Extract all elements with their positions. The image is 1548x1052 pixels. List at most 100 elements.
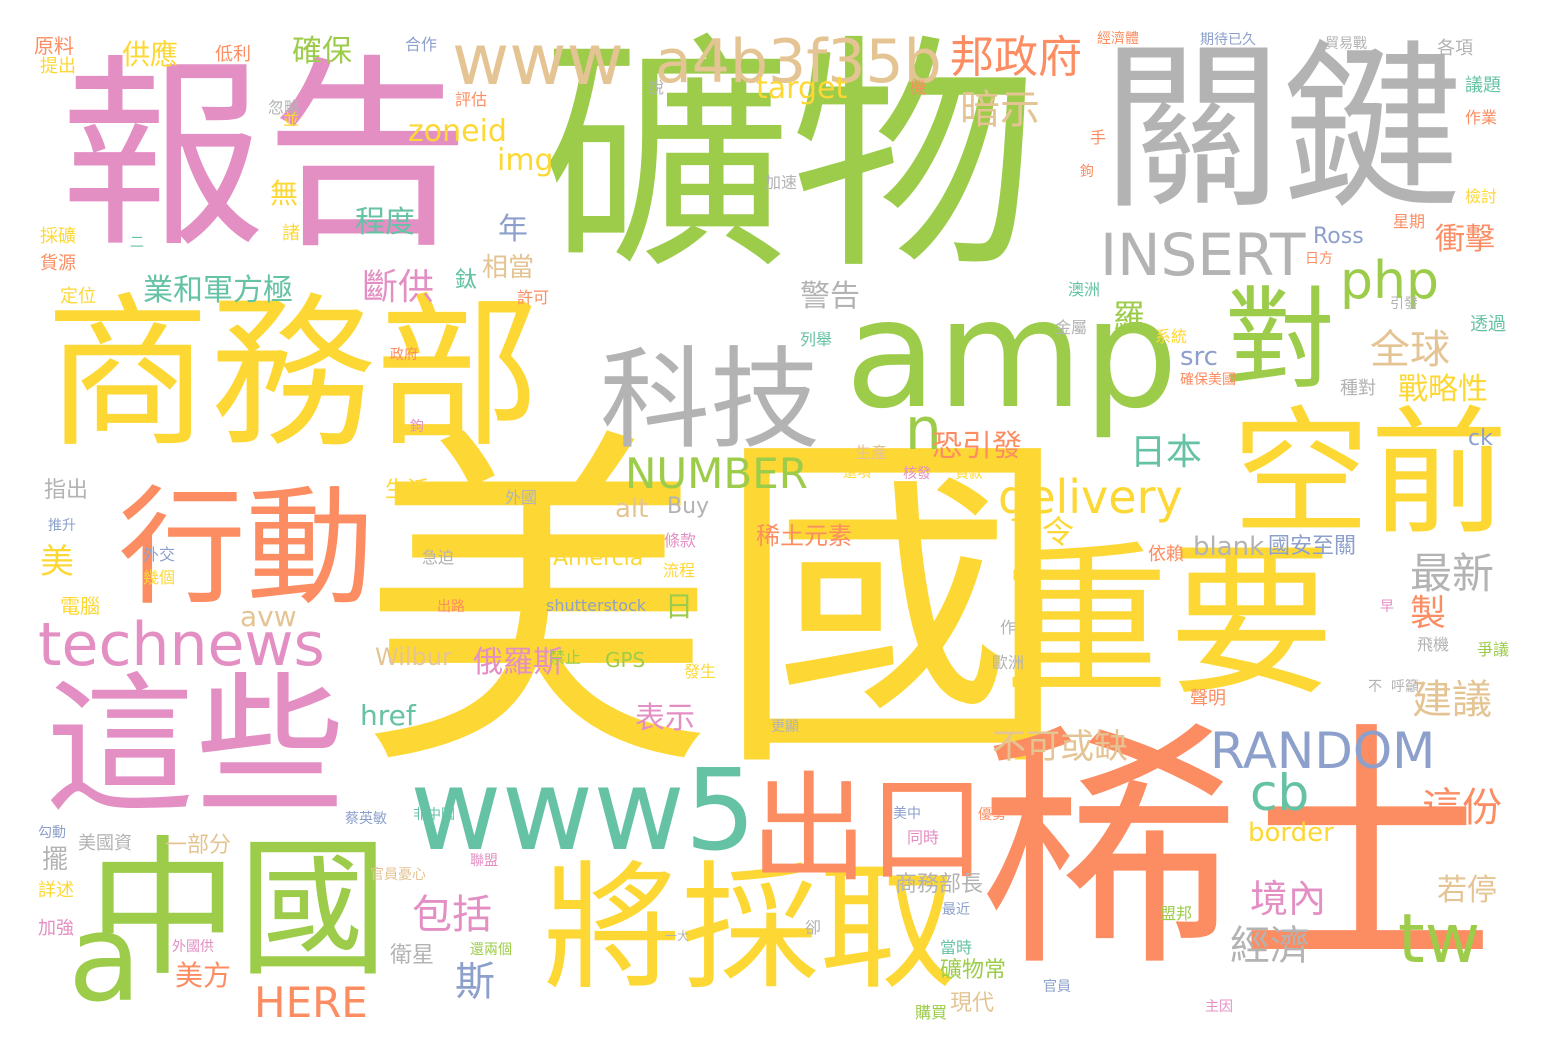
- word: 最近: [942, 902, 970, 918]
- word: 澳洲: [1068, 280, 1101, 299]
- word: Wilbur: [375, 643, 452, 671]
- word: 經濟: [1230, 923, 1310, 969]
- word: 優勢: [978, 807, 1006, 823]
- word: 外國: [505, 488, 538, 507]
- word: 機: [910, 78, 927, 97]
- word: 官員: [1043, 979, 1071, 995]
- word: GPS: [605, 648, 646, 672]
- word: 最新: [1410, 549, 1495, 598]
- word: 飛機: [1417, 635, 1450, 654]
- word: 衛星: [390, 943, 435, 968]
- word: 鈦: [455, 268, 478, 293]
- word: 推升: [48, 518, 76, 534]
- word: 無: [270, 177, 299, 210]
- word: 低利: [215, 44, 251, 65]
- word: 擺: [42, 845, 69, 875]
- word: 聯盟: [470, 853, 498, 869]
- word: 作業: [1465, 108, 1498, 127]
- word: 說: [648, 78, 665, 97]
- word: 合作: [405, 35, 438, 54]
- word: 電腦: [60, 594, 100, 618]
- word: 核發: [903, 466, 931, 482]
- word: 期待已久: [1200, 32, 1256, 48]
- word: 鉤: [410, 419, 424, 435]
- word: 列舉: [800, 330, 833, 349]
- word: 系統: [1155, 327, 1188, 346]
- word: 發生: [684, 662, 717, 681]
- word: 這份: [1422, 785, 1502, 831]
- word: tw: [1398, 900, 1481, 979]
- word: 當時: [940, 938, 973, 957]
- word: 條款: [664, 531, 697, 550]
- word: alt: [615, 494, 649, 524]
- word: 出路: [437, 599, 465, 615]
- word: 空前: [1232, 393, 1509, 554]
- word: 作: [1000, 618, 1017, 637]
- word: 議題: [1465, 75, 1501, 96]
- word: border: [1248, 818, 1334, 848]
- word: Buy: [667, 494, 710, 519]
- word: 日本: [1130, 432, 1203, 473]
- word: 一大: [665, 929, 690, 943]
- word: 美中: [893, 806, 921, 822]
- word: 外交: [143, 545, 176, 564]
- word: 日: [665, 590, 694, 623]
- word: 貿易戰: [1325, 36, 1367, 52]
- word: img: [497, 143, 554, 178]
- word: 羅: [1113, 297, 1146, 335]
- word: 貸款: [955, 466, 983, 482]
- word: 對: [1225, 276, 1335, 404]
- word: src: [1180, 342, 1218, 372]
- word: 加強: [38, 918, 74, 939]
- word: 相當: [482, 253, 535, 283]
- word: 暗示: [960, 87, 1040, 133]
- word: 政府: [390, 347, 418, 363]
- word: 日方: [1305, 251, 1333, 267]
- word: 採礦: [40, 226, 76, 247]
- word: 呼籲: [1391, 679, 1419, 695]
- word: HERE: [254, 978, 368, 1027]
- word: blank: [1193, 532, 1265, 562]
- word: 外國供: [172, 939, 214, 955]
- word: 商務部: [45, 278, 540, 470]
- word: 還項: [843, 465, 871, 481]
- word: 戰略性: [1398, 372, 1488, 407]
- word: 指出: [44, 478, 89, 503]
- word: 評估: [455, 90, 488, 109]
- word: 檢討: [1465, 187, 1498, 206]
- word: avw: [240, 600, 297, 633]
- word: 定位: [60, 286, 96, 307]
- word: 這些: [45, 660, 346, 834]
- word: 金屬: [1055, 318, 1088, 337]
- word: 礦物常: [940, 958, 1007, 983]
- word: 生產: [855, 443, 888, 462]
- word: 各項: [1437, 38, 1473, 59]
- word: 急迫: [422, 548, 455, 567]
- word: 鉤: [1080, 164, 1094, 180]
- word: 恐引發: [932, 429, 1022, 464]
- word: Amercia: [553, 546, 644, 571]
- word: 依賴: [1148, 544, 1184, 565]
- word: 關鍵: [1102, 25, 1463, 234]
- word: 警告: [800, 279, 860, 314]
- word: RANDOM: [1210, 722, 1436, 780]
- word: 出口: [750, 760, 987, 898]
- word: 業和軍方極: [143, 273, 293, 308]
- word: 種對: [1340, 378, 1376, 399]
- word: 爭議: [1477, 640, 1510, 659]
- word: INSERT: [1100, 221, 1306, 289]
- word: 不: [1368, 679, 1382, 695]
- word: 美: [40, 542, 74, 582]
- word: target: [756, 71, 848, 106]
- word: 一部分: [165, 833, 232, 858]
- word: 歐洲: [992, 653, 1025, 672]
- word: 斯: [455, 959, 495, 1005]
- word: 提出: [40, 56, 76, 77]
- word: 貨源: [40, 253, 76, 274]
- word: 蔡英敏: [345, 811, 387, 827]
- word: 全球: [1370, 327, 1450, 373]
- word: 美方: [175, 959, 232, 992]
- word: 官員憂心: [370, 867, 426, 883]
- word: 現代: [950, 991, 995, 1016]
- word: 並: [283, 110, 300, 129]
